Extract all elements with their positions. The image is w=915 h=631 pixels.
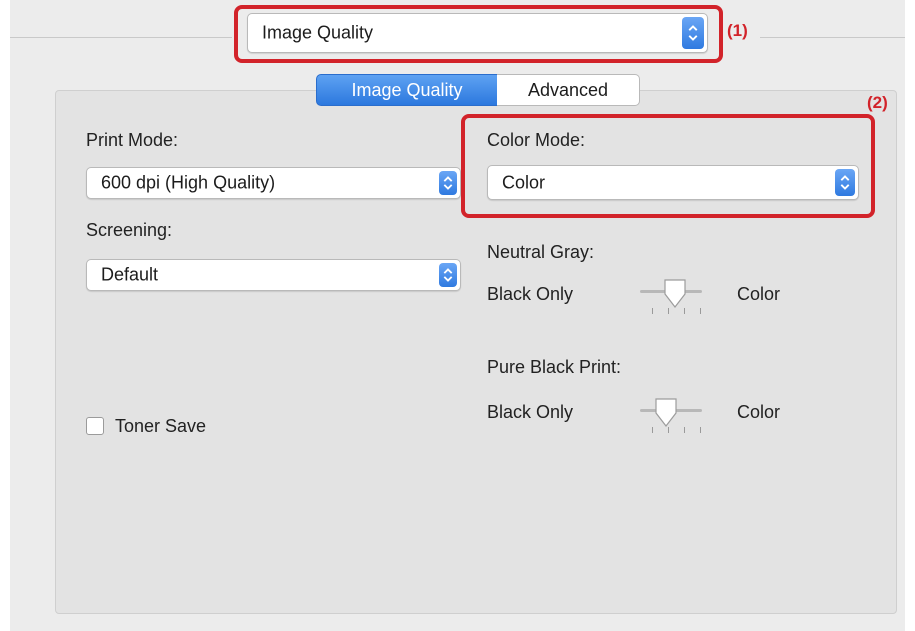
slider-tick [652, 308, 653, 314]
separator-right [760, 37, 905, 38]
slider-tick [700, 308, 701, 314]
slider-thumb[interactable] [662, 278, 688, 310]
slider-tick [700, 427, 701, 433]
slider-thumb[interactable] [653, 397, 679, 429]
pure-black-print-slider[interactable] [640, 397, 706, 437]
neutral-gray-max-label: Color [737, 284, 781, 304]
updown-chevron-icon [439, 171, 457, 195]
neutral-gray-label: Neutral Gray: [487, 242, 595, 262]
pure-black-min-label: Black Only [487, 402, 574, 422]
toner-save-label: Toner Save [115, 416, 207, 436]
highlight-box-2 [461, 114, 875, 218]
screening-label: Screening: [86, 220, 173, 240]
slider-tick [684, 427, 685, 433]
highlight-box-1 [234, 5, 723, 63]
callout-1: (1) [727, 21, 748, 40]
pure-black-max-label: Color [737, 402, 781, 422]
print-mode-value: 600 dpi (High Quality) [101, 172, 276, 193]
pure-black-print-label: Pure Black Print: [487, 357, 622, 377]
updown-chevron-icon [439, 263, 457, 287]
print-mode-popup[interactable]: 600 dpi (High Quality) [86, 167, 461, 199]
tab-advanced[interactable]: Advanced [497, 74, 640, 106]
screening-popup[interactable]: Default [86, 259, 461, 291]
neutral-gray-min-label: Black Only [487, 284, 574, 304]
screening-value: Default [101, 264, 159, 285]
neutral-gray-slider[interactable] [640, 278, 706, 318]
separator-left [10, 37, 232, 38]
print-mode-label: Print Mode: [86, 130, 179, 150]
tab-image-quality[interactable]: Image Quality [316, 74, 498, 106]
callout-2: (2) [867, 93, 888, 112]
toner-save-checkbox[interactable] [86, 417, 104, 435]
